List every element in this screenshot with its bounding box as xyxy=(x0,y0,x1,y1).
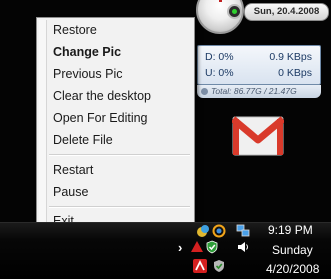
download-rate: 0.9 KBps xyxy=(269,51,312,63)
menu-item-restore[interactable]: Restore xyxy=(39,20,192,40)
antivirus-icon[interactable] xyxy=(190,240,204,254)
menu-item-previous-pic[interactable]: Previous Pic xyxy=(39,64,192,84)
menu-item-open-for-editing[interactable]: Open For Editing xyxy=(39,108,192,128)
security-shield-icon[interactable] xyxy=(205,240,219,254)
download-label: D: 0% xyxy=(205,51,234,63)
network-icon[interactable] xyxy=(236,224,250,238)
network-total: Total: 86.77G / 21.47G xyxy=(197,85,321,98)
menu-separator xyxy=(49,206,190,208)
context-menu: Restore Change Pic Previous Pic Clear th… xyxy=(36,17,195,232)
show-hidden-icons-chevron-icon[interactable]: › xyxy=(178,240,182,255)
gmail-icon[interactable] xyxy=(230,116,286,156)
menu-item-change-pic[interactable]: Change Pic xyxy=(39,42,192,62)
upload-rate: 0 KBps xyxy=(278,67,312,79)
clock-hand xyxy=(219,0,222,2)
menu-item-restart[interactable]: Restart xyxy=(39,160,192,180)
gadget-date: Sun, 20.4.2008 xyxy=(244,3,329,21)
network-meter-gadget[interactable]: D: 0% 0.9 KBps U: 0% 0 KBps Total: 86.77… xyxy=(197,45,321,99)
taskbar-clock-time[interactable]: 9:19 PM xyxy=(268,223,313,237)
upload-row: U: 0% 0 KBps xyxy=(205,67,312,79)
sync-tray-icon[interactable] xyxy=(212,224,226,238)
network-meter-panel: D: 0% 0.9 KBps U: 0% 0 KBps xyxy=(197,45,321,85)
taskbar-clock-day[interactable]: Sunday xyxy=(272,243,313,257)
menu-item-delete-file[interactable]: Delete File xyxy=(39,130,192,150)
upload-label: U: 0% xyxy=(205,67,234,79)
clock-gadget[interactable]: Sun, 20.4.2008 xyxy=(196,0,331,34)
avira-umbrella-icon[interactable] xyxy=(193,259,207,273)
menu-item-pause[interactable]: Pause xyxy=(39,182,192,202)
app-tray-icon[interactable] xyxy=(196,224,210,238)
download-row: D: 0% 0.9 KBps xyxy=(205,51,312,63)
shield-check-icon[interactable] xyxy=(212,259,226,273)
taskbar-clock-date[interactable]: 4/20/2008 xyxy=(266,262,319,276)
menu-separator xyxy=(49,154,190,156)
clock-knob-icon xyxy=(227,4,242,19)
volume-icon[interactable] xyxy=(236,240,250,254)
menu-item-clear-desktop[interactable]: Clear the desktop xyxy=(39,86,192,106)
